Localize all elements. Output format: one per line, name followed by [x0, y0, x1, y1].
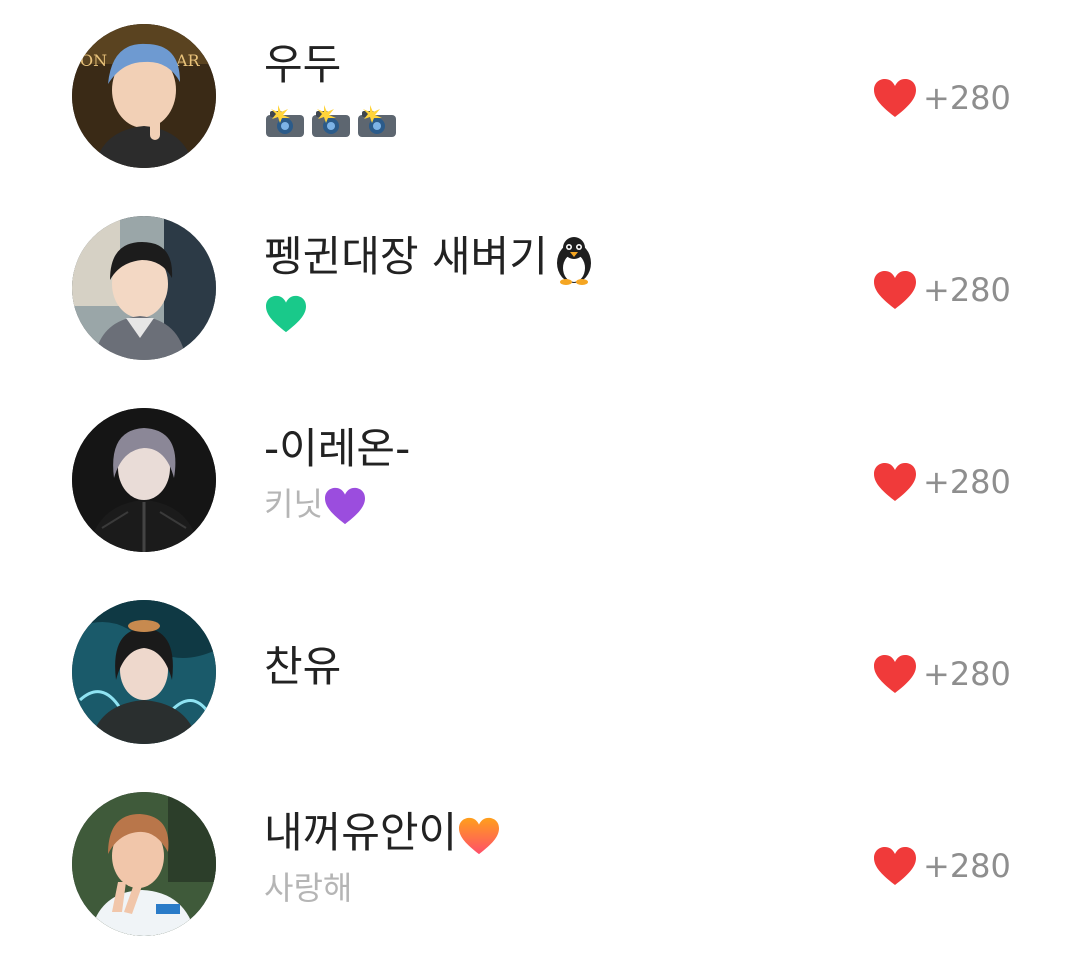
svg-text:AR: AR [175, 51, 201, 70]
avatar[interactable] [72, 216, 216, 360]
list-item[interactable]: 내꺼유안이 사랑해 +280 [0, 768, 1080, 936]
user-name: -이레온- [264, 422, 410, 476]
like-count: +280 [923, 463, 1011, 501]
like-count: +280 [923, 271, 1011, 309]
user-status: 키닛 [264, 482, 367, 526]
avatar-image [72, 408, 216, 552]
user-name: 내꺼유안이 [264, 806, 501, 860]
user-name: 우두 [264, 38, 341, 92]
heart-icon [874, 847, 916, 885]
user-name-text: 찬유 [264, 642, 342, 691]
user-status-text: 사랑해 [264, 869, 353, 907]
user-name-text: 우두 [264, 40, 342, 89]
like-counter[interactable]: +280 [872, 650, 1011, 698]
like-count: +280 [923, 847, 1011, 885]
heart-icon [874, 463, 916, 501]
list-item[interactable]: 찬유 +280 [0, 576, 1080, 744]
avatar-image [72, 600, 216, 744]
avatar-image [72, 216, 216, 360]
like-counter[interactable]: +280 [872, 74, 1011, 122]
avatar[interactable] [72, 408, 216, 552]
heart-icon [874, 79, 916, 117]
camera-flash-icon [312, 105, 350, 137]
penguin-icon [556, 236, 591, 285]
list-item[interactable]: ON AR 우두 +280 [0, 0, 1080, 168]
svg-text:ON: ON [80, 51, 107, 70]
user-status [264, 98, 402, 142]
purple-heart-icon [324, 487, 365, 525]
list-item[interactable]: 펭귄대장 새벼기 +280 [0, 192, 1080, 360]
user-name-text: -이레온- [264, 424, 411, 473]
user-name: 펭귄대장 새벼기 [264, 230, 596, 285]
green-heart-icon [266, 295, 306, 333]
orange-heart-icon [459, 817, 500, 854]
user-name-text: 펭귄대장 새벼기 [264, 232, 548, 281]
like-counter[interactable]: +280 [872, 458, 1011, 506]
like-count: +280 [923, 79, 1011, 117]
likes-list: ON AR 우두 +280 펭귄대장 새벼기 +280 -이레온- 키닛 +28… [0, 0, 1080, 962]
like-count: +280 [923, 655, 1011, 693]
user-status: 사랑해 [264, 866, 352, 910]
avatar-image [72, 792, 216, 936]
camera-flash-icon [266, 105, 304, 137]
camera-flash-icon [358, 105, 396, 137]
avatar[interactable] [72, 792, 216, 936]
like-counter[interactable]: +280 [872, 842, 1011, 890]
avatar[interactable] [72, 600, 216, 744]
heart-icon [874, 271, 916, 309]
user-name: 찬유 [264, 640, 341, 694]
user-name-text: 내꺼유안이 [264, 808, 458, 857]
user-status-text: 키닛 [264, 485, 323, 523]
list-item[interactable]: -이레온- 키닛 +280 [0, 384, 1080, 552]
avatar[interactable]: ON AR [72, 24, 216, 168]
like-counter[interactable]: +280 [872, 266, 1011, 314]
heart-icon [874, 655, 916, 693]
avatar-image: ON AR [72, 24, 216, 168]
user-status [264, 290, 308, 334]
